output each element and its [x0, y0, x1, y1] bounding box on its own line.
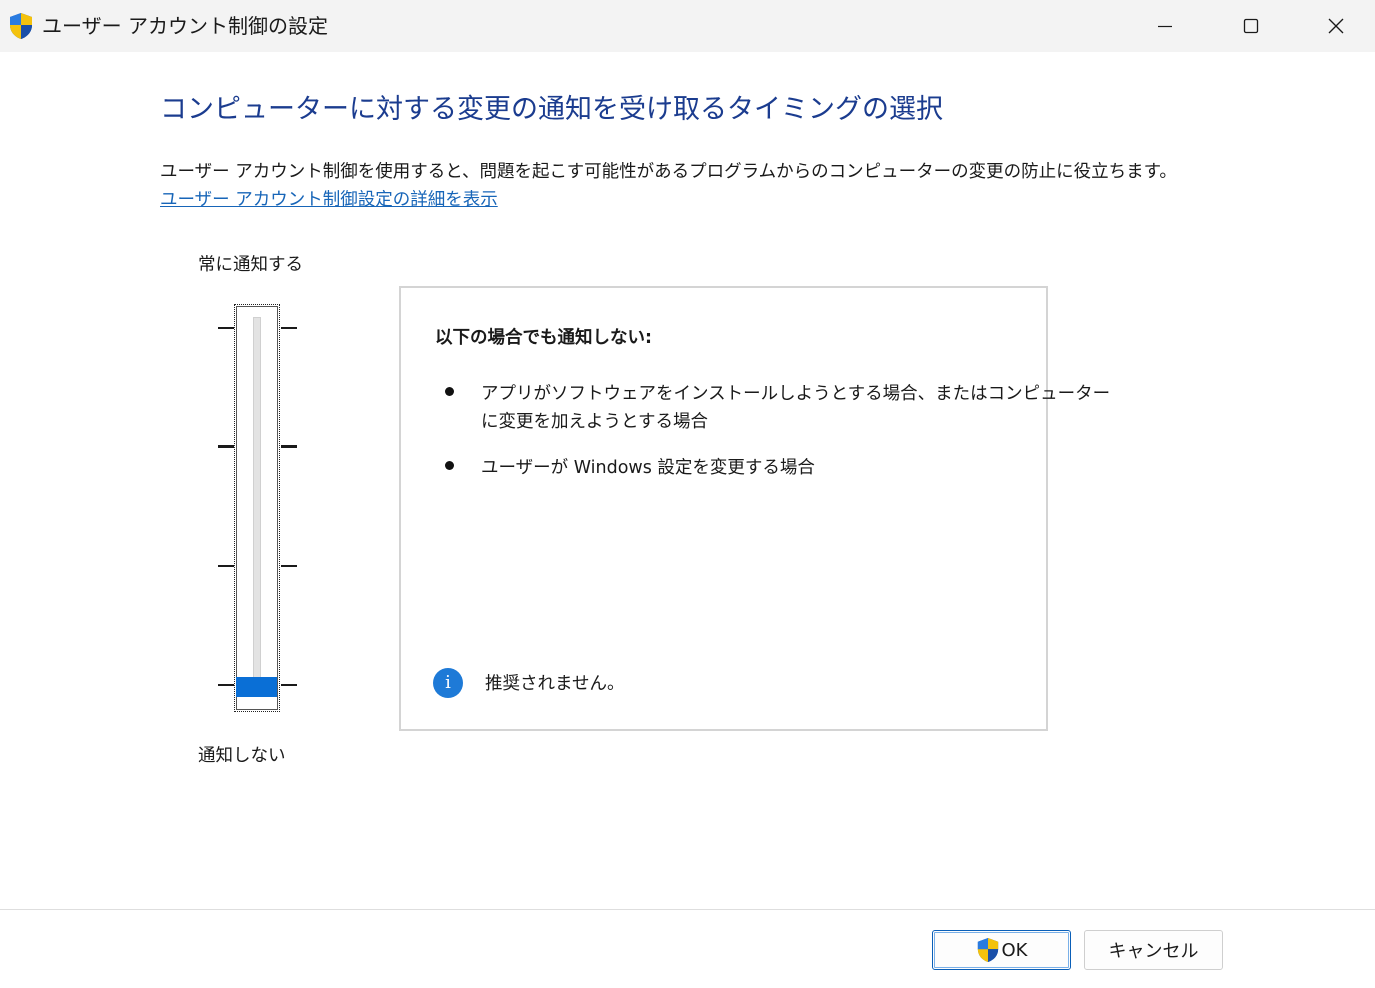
description-text: ユーザー アカウント制御を使用すると、問題を起こす可能性があるプログラムからのコ…: [160, 162, 1177, 182]
cancel-button[interactable]: キャンセル: [1084, 930, 1223, 970]
close-icon: [1328, 18, 1344, 34]
slider-bottom-label: 通知しない: [198, 746, 286, 766]
slider-tick: [281, 445, 297, 448]
slider-tick: [281, 327, 297, 329]
uac-shield-icon: [977, 938, 998, 962]
slider-track[interactable]: [253, 317, 261, 689]
info-icon: i: [433, 668, 463, 698]
slider-tick: [218, 445, 234, 448]
footer-divider: [0, 909, 1375, 910]
maximize-button[interactable]: [1208, 0, 1294, 52]
bullet-icon: [445, 387, 454, 396]
slider-top-label: 常に通知する: [198, 255, 303, 275]
maximize-icon: [1243, 18, 1259, 34]
slider-thumb[interactable]: [236, 677, 277, 697]
slider-tick: [281, 565, 297, 567]
level-description-panel: 以下の場合でも通知しない: アプリがソフトウェアをインストールしようとする場合、…: [399, 286, 1110, 731]
uac-shield-icon: [8, 12, 34, 40]
page-title: コンピューターに対する変更の通知を受け取るタイミングの選択: [160, 94, 943, 125]
slider-tick: [218, 684, 234, 686]
uac-details-link[interactable]: ユーザー アカウント制御設定の詳細を表示: [160, 186, 498, 214]
slider-tick: [281, 684, 297, 686]
panel-item-continuation: に変更を加えようとする場合: [481, 412, 708, 432]
ok-button[interactable]: OK: [932, 930, 1071, 970]
title-bar[interactable]: ユーザー アカウント制御の設定: [0, 0, 1375, 52]
minimize-icon: [1158, 25, 1172, 28]
slider-tick: [218, 565, 234, 567]
ok-button-label: OK: [1001, 939, 1028, 961]
panel-item: ユーザーが Windows 設定を変更する場合: [481, 458, 815, 478]
cancel-button-label: キャンセル: [1108, 941, 1199, 962]
minimize-button[interactable]: [1122, 0, 1208, 52]
recommendation-note: 推奨されません。: [485, 674, 625, 694]
uac-settings-window: ユーザー アカウント制御の設定 コンピューターに対する変更の通知を受け取るタイミ…: [0, 0, 1375, 988]
panel-item: アプリがソフトウェアをインストールしようとする場合、またはコンピューター: [481, 384, 1111, 404]
bullet-icon: [445, 461, 454, 470]
panel-heading: 以下の場合でも通知しない:: [435, 328, 652, 348]
close-button[interactable]: [1293, 0, 1375, 52]
notification-level-slider[interactable]: [218, 304, 298, 714]
slider-tick: [218, 327, 234, 329]
window-title: ユーザー アカウント制御の設定: [42, 14, 328, 38]
